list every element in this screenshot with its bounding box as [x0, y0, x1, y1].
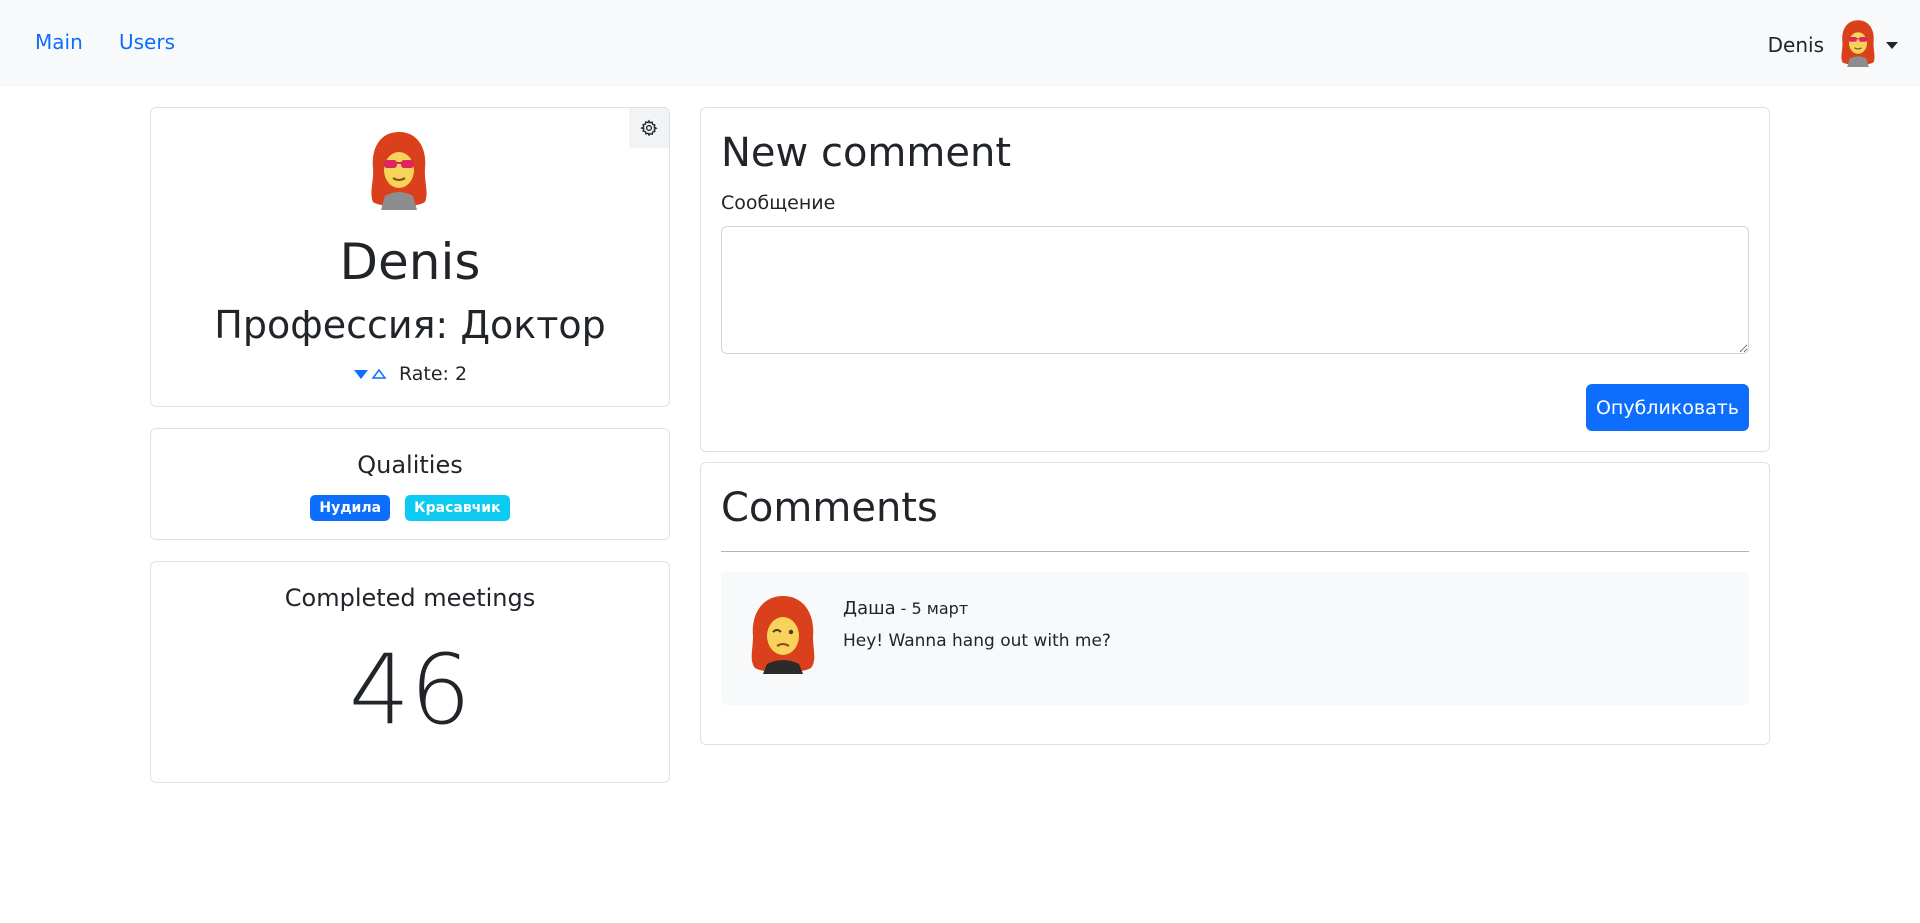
avatar-icon — [1838, 19, 1878, 71]
quality-badge: Красавчик — [405, 495, 510, 521]
qualities-badges: Нудила Красавчик — [151, 495, 669, 521]
triangle-down-filled-icon[interactable] — [353, 368, 369, 380]
profile-card: Denis Профессия: Доктор Rate: 2 — [150, 107, 670, 407]
nav-link-main[interactable]: Main — [35, 30, 83, 54]
comment-date: - 5 март — [895, 599, 969, 618]
quality-badge: Нудила — [310, 495, 391, 521]
comments-card: Comments Даша - 5 март Hey! Wanna hang o… — [700, 462, 1770, 745]
message-textarea[interactable] — [721, 226, 1749, 354]
nav-user-name: Denis — [1767, 33, 1824, 57]
new-comment-card: New comment Сообщение Опубликовать — [700, 107, 1770, 452]
nav-link-users[interactable]: Users — [119, 30, 175, 54]
comment-item: Даша - 5 март Hey! Wanna hang out with m… — [721, 572, 1749, 705]
comment-avatar-icon — [747, 594, 819, 678]
meetings-card: Completed meetings 46 — [150, 561, 670, 783]
rate-label: Rate: 2 — [398, 363, 468, 385]
profile-name: Denis — [339, 233, 481, 291]
comment-header: Даша - 5 март — [843, 598, 968, 619]
publish-button[interactable]: Опубликовать — [1586, 384, 1749, 431]
comment-author: Даша — [843, 598, 896, 619]
qualities-title: Qualities — [357, 451, 463, 479]
qualities-card: Qualities Нудила Красавчик — [150, 428, 670, 540]
caret-down-icon — [1886, 41, 1898, 49]
comments-divider — [721, 551, 1749, 552]
comments-title: Comments — [721, 485, 938, 531]
rate-row: Rate: 2 — [151, 363, 669, 385]
new-comment-title: New comment — [721, 130, 1011, 176]
triangle-up-outline-icon[interactable] — [371, 368, 387, 380]
meetings-title: Completed meetings — [284, 584, 536, 612]
settings-button[interactable] — [629, 108, 669, 148]
navbar: Main Users Denis — [0, 0, 1920, 87]
comment-text: Hey! Wanna hang out with me? — [843, 631, 1111, 651]
user-menu-toggle[interactable]: Denis — [1768, 20, 1898, 70]
message-label: Сообщение — [721, 192, 836, 214]
meetings-count: 46 — [348, 634, 472, 746]
gear-icon — [640, 119, 658, 137]
profile-avatar-icon — [367, 130, 431, 214]
profile-profession: Профессия: Доктор — [214, 303, 606, 347]
